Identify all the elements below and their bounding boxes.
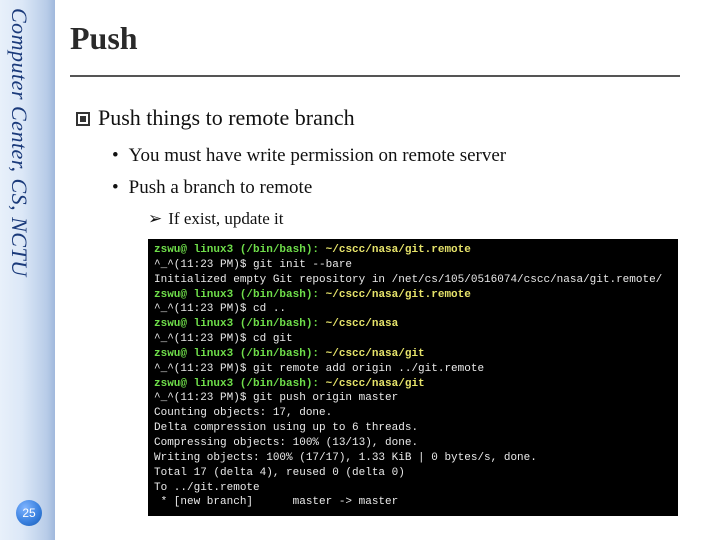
term-prompt: zswu@ linux3 (/bin/bash): [154, 318, 326, 330]
term-prompt: zswu@ linux3 (/bin/bash): [154, 378, 326, 390]
term-prompt: zswu@ linux3 (/bin/bash): [154, 244, 326, 256]
term-line: Delta compression using up to 6 threads. [154, 422, 418, 434]
term-line: Compressing objects: 100% (13/13), done. [154, 437, 418, 449]
bullet-a-text: You must have write permission on remote… [129, 145, 506, 166]
sub-list: You must have write permission on remote… [76, 145, 710, 516]
slide-title: Push [70, 20, 710, 57]
term-line: ^_^(11:23 PM)$ git remote add origin ../… [154, 363, 484, 375]
heading-text: Push things to remote branch [98, 105, 355, 130]
term-line: * [new branch] master -> master [154, 496, 398, 508]
term-line: ^_^(11:23 PM)$ cd .. [154, 303, 286, 315]
sidebar-label: Computer Center, CS, NCTU [6, 8, 32, 277]
term-prompt: zswu@ linux3 (/bin/bash): [154, 348, 326, 360]
term-path: ~/cscc/nasa [326, 318, 399, 330]
term-line: ^_^(11:23 PM)$ git push origin master [154, 392, 398, 404]
term-path: ~/cscc/nasa/git [326, 378, 425, 390]
term-path: ~/cscc/nasa/git [326, 348, 425, 360]
title-rule [70, 75, 680, 77]
term-line: ^_^(11:23 PM)$ git init --bare [154, 259, 352, 271]
page-number-badge: 25 [16, 500, 42, 526]
term-line: Total 17 (delta 4), reused 0 (delta 0) [154, 467, 405, 479]
bullet-b-text: Push a branch to remote [129, 177, 313, 198]
term-line: Counting objects: 17, done. [154, 407, 332, 419]
sidebar: Computer Center, CS, NCTU 25 [0, 0, 55, 540]
bullet-a: You must have write permission on remote… [112, 145, 710, 167]
term-line: Writing objects: 100% (17/17), 1.33 KiB … [154, 452, 537, 464]
term-path: ~/cscc/nasa/git.remote [326, 289, 471, 301]
arrow-icon: ➢ [148, 209, 162, 228]
checkbox-bullet-icon [76, 112, 90, 126]
slide-body: Push things to remote branch You must ha… [70, 105, 710, 516]
bullet-b1-text: If exist, update it [168, 209, 283, 228]
term-line: Initialized empty Git repository in /net… [154, 274, 662, 286]
term-path: ~/cscc/nasa/git.remote [326, 244, 471, 256]
bullet-b1: ➢ If exist, update it [112, 209, 710, 229]
term-line: ^_^(11:23 PM)$ cd git [154, 333, 293, 345]
terminal-screenshot: zswu@ linux3 (/bin/bash): ~/cscc/nasa/gi… [148, 239, 678, 516]
term-line: To ../git.remote [154, 482, 260, 494]
slide-content: Push Push things to remote branch You mu… [70, 0, 710, 540]
heading-line: Push things to remote branch [76, 105, 710, 131]
bullet-b: Push a branch to remote [112, 177, 710, 199]
term-prompt: zswu@ linux3 (/bin/bash): [154, 289, 326, 301]
